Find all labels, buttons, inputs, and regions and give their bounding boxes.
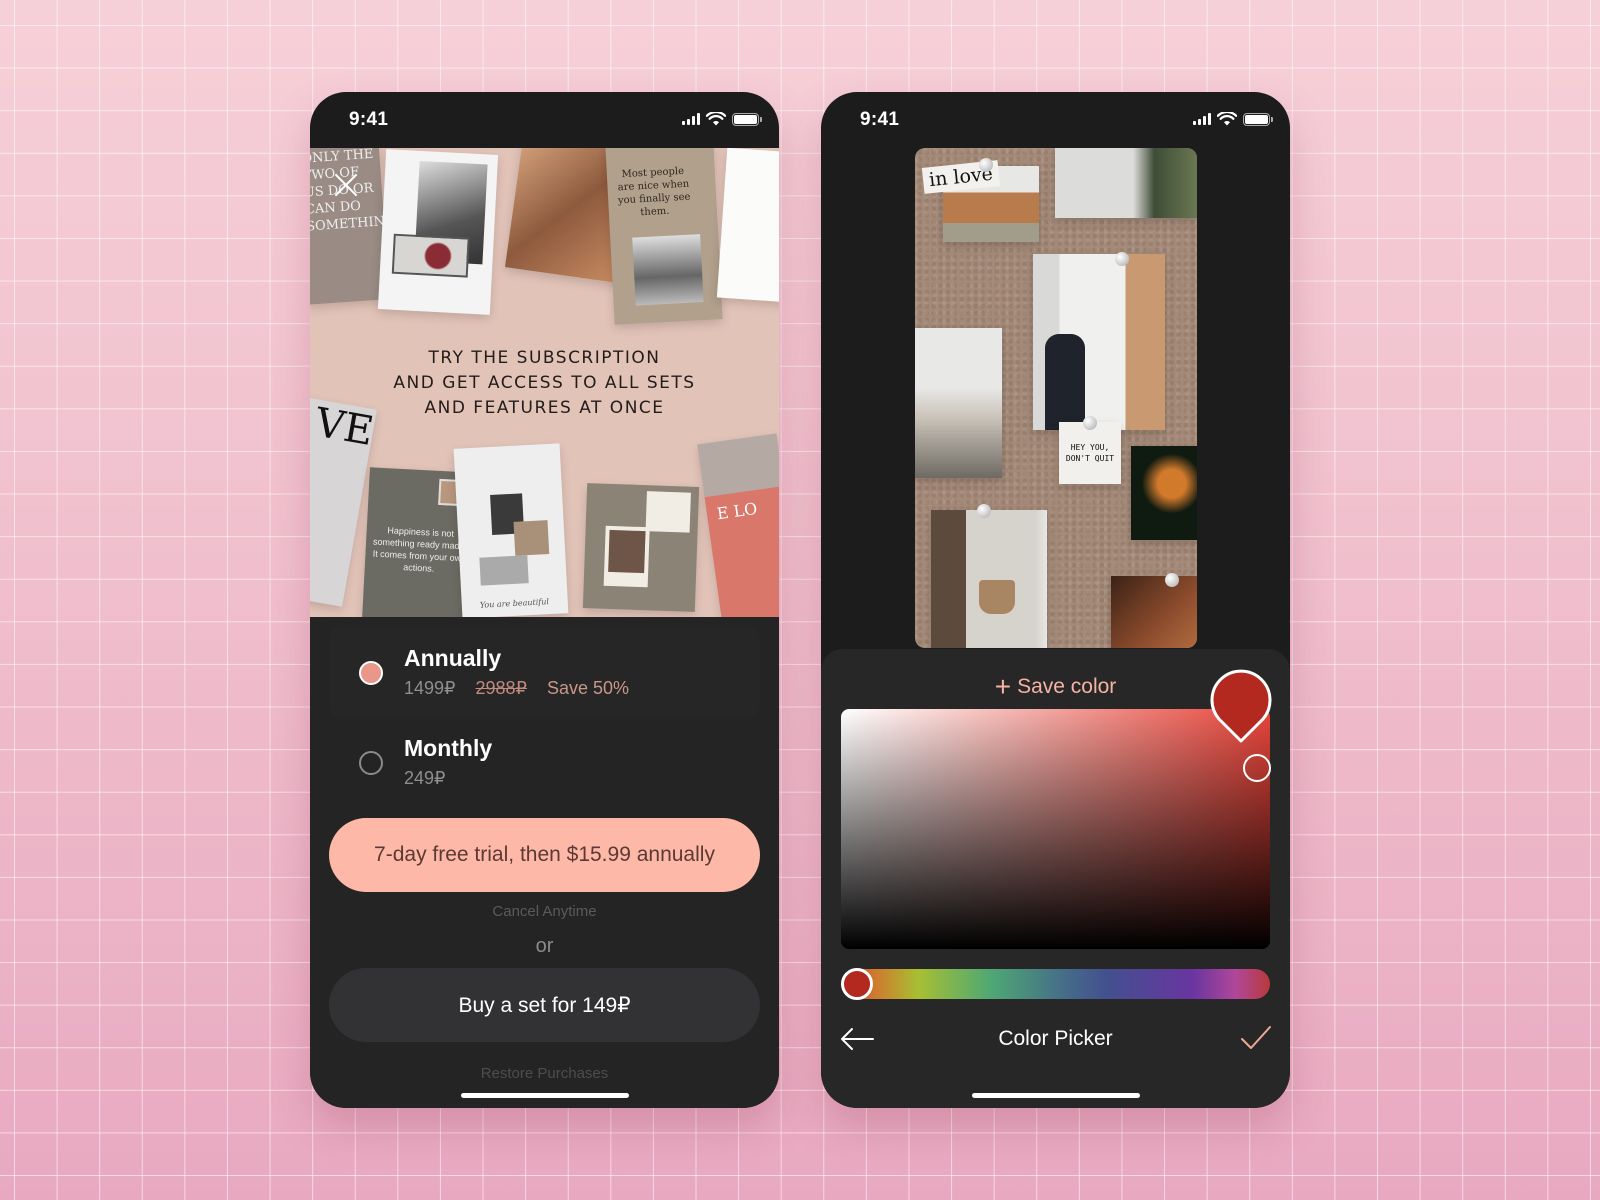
- wifi-icon: [1217, 112, 1237, 126]
- wifi-icon: [706, 112, 726, 126]
- or-divider-label: or: [535, 935, 554, 957]
- moodboard-preview[interactable]: in love HEY YOU, DON'T QUIT: [915, 148, 1197, 648]
- color-picker-sheet: + Save color Color Picker: [821, 649, 1290, 1108]
- buy-set-button[interactable]: Buy a set for 149₽: [329, 968, 760, 1042]
- template-card-couple: You are beautiful: [453, 443, 569, 617]
- status-bar: 9:41: [821, 92, 1290, 148]
- radio-unselected[interactable]: [359, 751, 383, 775]
- photo-flower-dark: [1131, 446, 1197, 540]
- cancel-anytime-note: Cancel Anytime: [492, 903, 597, 920]
- background-grid: [0, 0, 1600, 1200]
- template-card-polaroids: [582, 483, 700, 612]
- photo-plant: [1055, 148, 1197, 218]
- close-button[interactable]: [332, 170, 360, 198]
- plan-price: 249₽: [404, 768, 446, 788]
- hue-slider-handle[interactable]: [841, 968, 873, 1000]
- battery-icon: [732, 112, 762, 126]
- hero-headline: TRY THE SUBSCRIPTION AND GET ACCESS TO A…: [393, 348, 696, 418]
- status-time: 9:41: [860, 109, 900, 130]
- template-card-letter: [716, 148, 779, 303]
- cellular-signal-icon: [682, 113, 700, 125]
- plan-savings-badge: Save 50%: [547, 678, 630, 698]
- status-bar: 9:41: [310, 92, 779, 148]
- saturation-brightness-field[interactable]: [841, 709, 1272, 949]
- photo-basket-plant: [931, 510, 1047, 648]
- template-card-photos: [377, 149, 499, 315]
- plan-option-annually[interactable]: Annually 1499₽ 2988₽ Save 50%: [329, 627, 760, 717]
- plan-price: 1499₽: [404, 678, 456, 698]
- photo-rose: [391, 233, 470, 278]
- template-card-love: E LO: [697, 433, 779, 617]
- hue-slider[interactable]: [841, 968, 1270, 1000]
- picker-title: Color Picker: [998, 1027, 1113, 1050]
- photo-woman-sunglasses: [632, 234, 704, 306]
- photo-lamp-brick: [1111, 576, 1197, 648]
- cellular-signal-icon: [1193, 113, 1211, 125]
- note-hey-you: HEY YOU, DON'T QUIT: [1059, 422, 1121, 484]
- status-time: 9:41: [349, 109, 389, 130]
- plan-old-price: 2988₽: [475, 678, 528, 698]
- photo-kitchen: [915, 328, 1002, 478]
- color-preview-drop: [1210, 669, 1272, 743]
- home-indicator[interactable]: [460, 1093, 629, 1098]
- photo-woman-coffee: [1033, 254, 1165, 430]
- radio-selected[interactable]: [359, 661, 383, 685]
- plan-option-monthly[interactable]: Monthly 249₽: [329, 717, 760, 807]
- start-trial-button[interactable]: 7-day free trial, then $15.99 annually: [329, 818, 760, 892]
- hero-collage: ONLY THE TWO OF US DO OR CAN DO SOMETHIN…: [310, 148, 779, 617]
- color-picker-screen: 9:41 in love HEY YOU, DON'T QUIT + Save c: [821, 92, 1290, 1108]
- template-card-portrait: Most people are nice when you finally se…: [605, 148, 723, 325]
- battery-icon: [1243, 112, 1273, 126]
- checkmark-confirm-icon[interactable]: [1240, 1023, 1272, 1053]
- plus-icon: +: [994, 671, 1012, 702]
- restore-purchases-link[interactable]: Restore Purchases: [310, 1065, 779, 1082]
- sv-picker-handle[interactable]: [1243, 754, 1272, 783]
- paywall-screen: 9:41 ONLY THE TWO OF US DO OR CAN DO SOM…: [310, 92, 779, 1108]
- home-indicator[interactable]: [971, 1093, 1140, 1098]
